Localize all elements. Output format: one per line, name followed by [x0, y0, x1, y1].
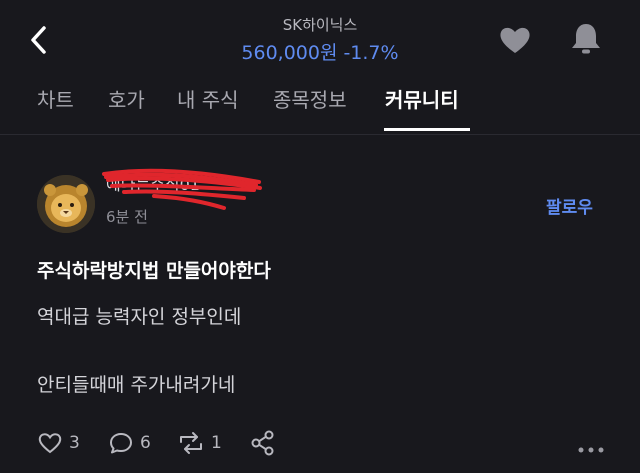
- more-options-button[interactable]: [577, 440, 605, 453]
- tab-stock-info[interactable]: 종목정보: [273, 84, 347, 113]
- tab-community[interactable]: 커뮤니티: [385, 84, 459, 113]
- lion-avatar: [37, 175, 95, 233]
- heart-outline-icon: [38, 433, 62, 454]
- heart-icon: [500, 27, 530, 53]
- post-action-bar: 3 6 1: [37, 427, 627, 459]
- tab-my-stock[interactable]: 내 주식: [177, 84, 239, 113]
- post-body-line: 안티들때매 주가내려가네: [37, 374, 236, 396]
- tab-bar: 차트 호가 내 주식 종목정보 커뮤니티: [0, 84, 640, 134]
- tab-divider: [0, 134, 640, 135]
- share-button[interactable]: [249, 427, 277, 459]
- notification-button[interactable]: [569, 21, 603, 57]
- tab-chart[interactable]: 차트: [37, 84, 74, 113]
- active-tab-indicator: [384, 128, 470, 131]
- tab-orderbook[interactable]: 호가: [108, 84, 145, 113]
- bell-icon: [572, 24, 600, 54]
- comment-button[interactable]: 6: [108, 427, 151, 459]
- repost-count: 1: [211, 433, 222, 453]
- comment-count: 6: [140, 433, 151, 453]
- comment-icon: [110, 433, 132, 454]
- share-icon: [251, 430, 274, 456]
- more-icon: [578, 447, 604, 453]
- favorite-button[interactable]: [498, 24, 532, 56]
- like-button[interactable]: 3: [37, 427, 80, 459]
- repost-icon: [180, 432, 202, 454]
- post-time: 6분 전: [106, 208, 148, 226]
- like-count: 3: [69, 433, 80, 453]
- follow-button[interactable]: 팔로우: [546, 193, 593, 218]
- stock-price: 560,000원: [241, 42, 338, 64]
- post-title: 주식하락방지법 만들어야한다: [37, 260, 271, 282]
- post-body-line: 역대급 능력자인 정부인데: [37, 306, 242, 328]
- stock-change: -1.7%: [343, 42, 399, 64]
- stock-price-row: 560,000원 -1.7%: [0, 38, 640, 65]
- stock-name: SK하이닉스: [282, 16, 358, 34]
- avatar[interactable]: [37, 175, 95, 233]
- repost-button[interactable]: 1: [177, 427, 222, 459]
